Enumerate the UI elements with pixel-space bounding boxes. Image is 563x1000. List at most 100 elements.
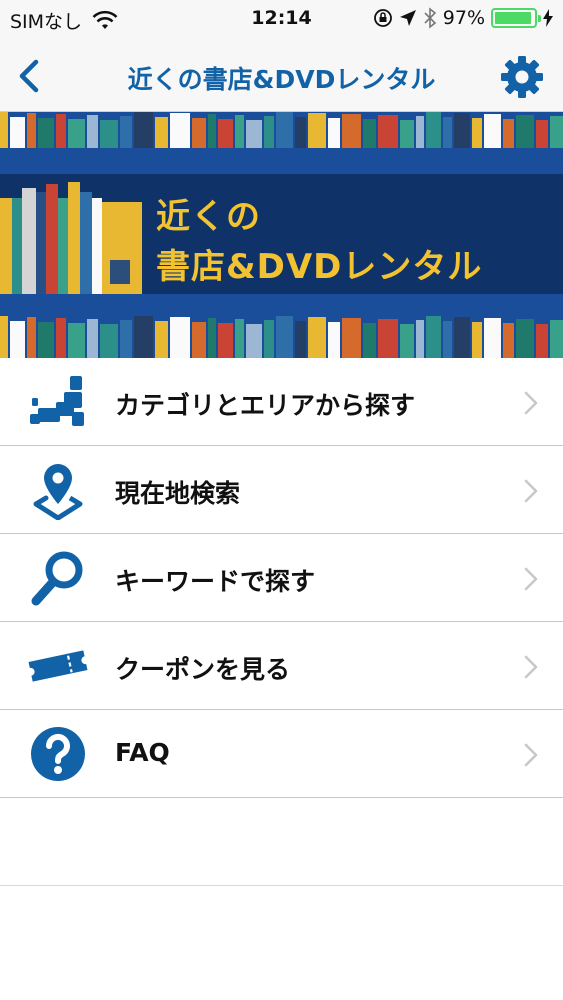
book-spine xyxy=(484,114,501,148)
status-right: 97% xyxy=(373,7,553,29)
book-spine xyxy=(454,113,470,148)
book-spine xyxy=(246,324,262,358)
location-arrow-icon xyxy=(399,10,416,26)
book-spine xyxy=(10,321,25,358)
book-spine xyxy=(68,119,85,148)
bluetooth-icon xyxy=(424,7,436,29)
question-icon xyxy=(31,727,85,781)
book-spine xyxy=(400,324,414,358)
menu-item-label: カテゴリとエリアから探す xyxy=(115,391,416,420)
battery-percent: 97% xyxy=(442,7,485,29)
ticket-icon xyxy=(28,650,88,682)
book-spine xyxy=(264,116,274,148)
book-spine xyxy=(342,114,361,148)
book-spine xyxy=(536,324,548,358)
book-spine xyxy=(342,318,361,358)
book-spine xyxy=(472,322,482,358)
book-spine xyxy=(38,322,54,358)
book-spine xyxy=(484,318,501,358)
book-spine xyxy=(134,316,153,358)
rotation-lock-icon xyxy=(373,9,392,27)
book-spine xyxy=(516,319,534,358)
book-spine xyxy=(328,322,340,358)
menu-item-coupons[interactable]: クーポンを見る xyxy=(0,622,563,710)
menu-item-label: クーポンを見る xyxy=(115,655,291,684)
magnifier-icon xyxy=(31,551,83,606)
book-spine xyxy=(443,321,452,358)
book-spine xyxy=(400,120,414,148)
menu-item-faq[interactable]: FAQ xyxy=(0,710,563,798)
book-spine xyxy=(264,320,274,358)
book-spine xyxy=(170,317,190,358)
book-spine xyxy=(68,323,85,358)
book-spine xyxy=(0,316,8,358)
chevron-right-icon xyxy=(524,391,538,415)
book-spine xyxy=(170,113,190,148)
book-spine xyxy=(218,119,233,148)
book-spine xyxy=(308,317,326,358)
book-spine xyxy=(134,112,153,148)
book-spine xyxy=(100,120,118,148)
chevron-left-icon[interactable] xyxy=(12,58,46,94)
book-spine xyxy=(87,115,98,148)
book-spine xyxy=(192,322,206,358)
gear-icon[interactable] xyxy=(499,54,545,100)
menu-item-label: FAQ xyxy=(115,738,170,767)
chevron-right-icon xyxy=(524,743,538,767)
book-spine xyxy=(208,318,216,358)
chevron-right-icon xyxy=(524,479,538,503)
main-menu: カテゴリとエリアから探す 現在地検索 キーワードで探す クーポンを見る FAQ xyxy=(0,358,563,886)
book-spine xyxy=(120,116,132,148)
book-spine xyxy=(276,112,293,148)
book-spine xyxy=(235,319,244,358)
book-spine xyxy=(295,321,306,358)
book-spine xyxy=(472,118,482,148)
book-spine xyxy=(235,115,244,148)
menu-item-label: キーワードで探す xyxy=(115,567,316,596)
book-spine xyxy=(378,115,398,148)
book-spine xyxy=(363,323,376,358)
hero-banner: 近くの 書店&DVDレンタル xyxy=(0,112,563,358)
book-spine xyxy=(192,118,206,148)
book-spine xyxy=(155,117,168,148)
book-spine xyxy=(550,116,563,148)
book-spine xyxy=(328,118,340,148)
book-spine xyxy=(426,112,441,148)
book-spine xyxy=(218,323,233,358)
book-spine xyxy=(100,324,118,358)
banner-title: 近くの 書店&DVDレンタル xyxy=(156,192,482,292)
location-pin-icon xyxy=(33,464,83,520)
navigation-bar: 近くの書店&DVDレンタル xyxy=(0,40,563,112)
book-spine xyxy=(246,120,262,148)
book-spine xyxy=(443,117,452,148)
menu-item-category-area[interactable]: カテゴリとエリアから探す xyxy=(0,358,563,446)
menu-item-keyword-search[interactable]: キーワードで探す xyxy=(0,534,563,622)
book-spine xyxy=(56,318,66,358)
book-spine xyxy=(27,317,36,358)
empty-table-row xyxy=(0,798,563,886)
banner-title-line1: 近くの xyxy=(156,197,261,237)
book-spine xyxy=(503,119,514,148)
book-spine xyxy=(378,319,398,358)
book-spine xyxy=(27,113,36,148)
menu-item-current-location[interactable]: 現在地検索 xyxy=(0,446,563,534)
banner-title-line2: 書店&DVDレンタル xyxy=(156,247,483,287)
menu-item-label: 現在地検索 xyxy=(115,479,241,508)
page-title: 近くの書店&DVDレンタル xyxy=(127,65,436,94)
book-spine xyxy=(155,321,168,358)
book-spine xyxy=(295,117,306,148)
book-spine xyxy=(87,319,98,358)
book-spine xyxy=(10,117,25,148)
charging-icon xyxy=(543,9,553,27)
chevron-right-icon xyxy=(524,567,538,591)
book-spine xyxy=(416,320,424,358)
chevron-right-icon xyxy=(524,655,538,679)
battery-icon xyxy=(491,8,541,28)
book-spine xyxy=(276,316,293,358)
book-spine xyxy=(0,112,8,148)
book-spine xyxy=(208,114,216,148)
book-spine xyxy=(550,320,563,358)
book-spine xyxy=(308,113,326,148)
book-spine xyxy=(416,116,424,148)
book-spine xyxy=(503,323,514,358)
